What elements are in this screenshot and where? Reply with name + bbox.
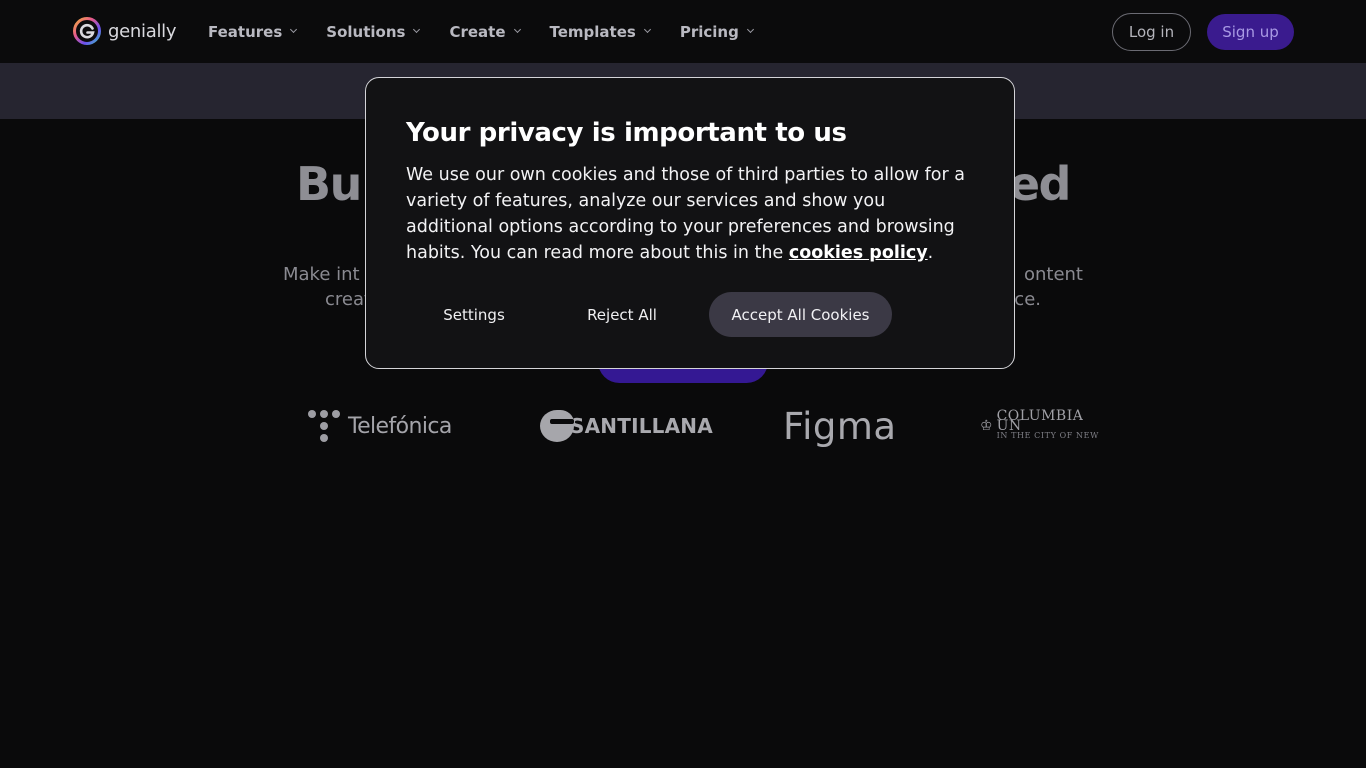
hero-sub-line1-left: Make int [283,264,360,285]
santillana-logo: SANTILLANA [540,392,713,460]
santillana-mark-icon [540,410,574,442]
figma-wordmark: Figma [783,404,897,448]
client-logos: Telefónica SANTILLANA Figma ♔ COLUMBIA U… [270,392,1110,460]
hero-sub-line1-right: ontent [1023,264,1083,285]
crown-icon: ♔ [980,418,993,434]
nav-solutions-label: Solutions [326,22,406,41]
chevron-down-icon [413,25,421,34]
chevron-down-icon [746,25,754,34]
santillana-wordmark: SANTILLANA [570,414,713,438]
reject-all-button[interactable]: Reject All [562,293,682,337]
hero-sub-line2-right: ce. [1014,289,1041,310]
main-menu: Features Solutions Create Templates Pric… [208,0,783,63]
nav-features-label: Features [208,22,283,41]
cookie-dialog-title: Your privacy is important to us [406,118,847,148]
columbia-line2: IN THE CITY OF NEW [996,431,1099,440]
hero-title-right: ed [1008,157,1072,211]
chevron-down-icon [513,25,521,34]
nav-features[interactable]: Features [208,22,298,41]
columbia-logo: ♔ COLUMBIA UN IN THE CITY OF NEW [980,392,1110,460]
cookie-dialog-body-end: . [927,243,934,263]
cookie-dialog-text: We use our own cookies and those of thir… [406,162,976,266]
genially-logo[interactable]: genially [72,16,177,46]
cookie-settings-button[interactable]: Settings [414,293,534,337]
accept-all-cookies-button[interactable]: Accept All Cookies [709,292,892,337]
cookie-consent-dialog: Your privacy is important to us We use o… [365,77,1015,369]
hero-title-left: Bu [296,157,362,211]
cookies-policy-link[interactable]: cookies policy [789,243,928,263]
brand-name: genially [108,20,177,42]
telefonica-logo: Telefónica [308,392,452,460]
genially-logo-icon [73,17,101,45]
telefonica-dots-icon [308,410,340,442]
columbia-line1: COLUMBIA UN [996,408,1084,434]
figma-logo: Figma [783,392,897,460]
top-navigation: genially Features Solutions Create Templ… [0,0,1366,63]
login-button[interactable]: Log in [1112,13,1191,51]
nav-create-label: Create [449,22,506,41]
telefonica-wordmark: Telefónica [348,413,452,439]
chevron-down-icon [290,25,298,34]
nav-pricing[interactable]: Pricing [679,22,754,41]
nav-templates-label: Templates [549,22,636,41]
nav-templates[interactable]: Templates [549,22,651,41]
signup-button[interactable]: Sign up [1207,14,1294,50]
nav-solutions[interactable]: Solutions [326,22,421,41]
chevron-down-icon [643,25,651,34]
nav-create[interactable]: Create [449,22,521,41]
nav-pricing-label: Pricing [679,22,739,41]
